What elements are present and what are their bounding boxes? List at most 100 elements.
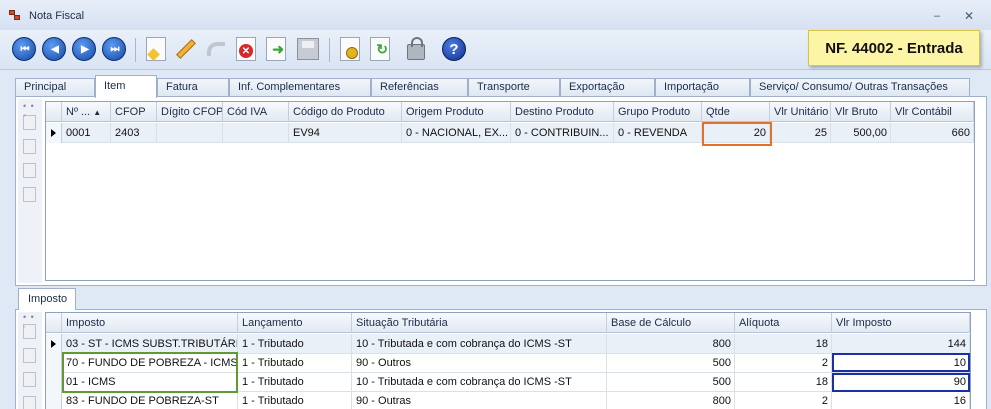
refresh-document-button[interactable]: ↻ xyxy=(366,35,394,63)
delete-row-icon[interactable] xyxy=(23,187,36,202)
add-tax-row-icon[interactable] xyxy=(23,324,36,339)
insert-tax-row-icon[interactable] xyxy=(23,348,36,363)
col-header-situacao-tributaria[interactable]: Situação Tributária xyxy=(352,313,607,333)
items-grid[interactable]: Nº ... ▲ CFOP Dígito CFOP Cód IVA Código… xyxy=(45,101,975,281)
first-icon: ⏮ xyxy=(12,37,36,61)
edit-tax-row-icon[interactable] xyxy=(23,372,36,387)
close-window-button[interactable]: ✕ xyxy=(962,9,976,23)
cell-base-calculo[interactable]: 500 xyxy=(607,372,735,392)
table-row[interactable]: 03 - ST - ICMS SUBST.TRIBUTÁRIA 1 - Trib… xyxy=(46,334,970,354)
last-record-button[interactable]: ⏭ xyxy=(100,35,128,63)
col-header-imposto[interactable]: Imposto xyxy=(62,313,238,333)
tab-servico-consumo[interactable]: Serviço/ Consumo/ Outras Transações xyxy=(750,78,970,97)
cell-imposto[interactable]: 83 - FUNDO DE POBREZA-ST xyxy=(62,391,238,409)
tab-principal[interactable]: Principal xyxy=(15,78,95,97)
col-header-cod-iva[interactable]: Cód IVA xyxy=(223,102,289,122)
cell-situacao-tributaria[interactable]: 10 - Tributada e com cobrança do ICMS -S… xyxy=(352,334,607,354)
col-header-grupo-produto[interactable]: Grupo Produto xyxy=(614,102,702,122)
previous-record-button[interactable]: ◀ xyxy=(40,35,68,63)
col-header-aliquota[interactable]: Alíquota xyxy=(735,313,832,333)
col-header-qtde[interactable]: Qtde xyxy=(702,102,770,122)
cell-grupo-produto[interactable]: 0 - REVENDA xyxy=(614,123,702,143)
cell-vlr-bruto[interactable]: 500,00 xyxy=(831,123,891,143)
insert-row-icon[interactable] xyxy=(23,139,36,154)
cell-numero[interactable]: 0001 xyxy=(62,123,111,143)
cell-vlr-contabil[interactable]: 660 xyxy=(891,123,974,143)
col-header-digito-cfop[interactable]: Dígito CFOP xyxy=(157,102,223,122)
tab-transporte[interactable]: Transporte xyxy=(468,78,560,97)
save-disk-icon xyxy=(297,38,319,60)
tax-value-highlight xyxy=(832,353,970,372)
cell-base-calculo[interactable]: 500 xyxy=(607,353,735,373)
cell-lancamento[interactable]: 1 - Tributado xyxy=(238,372,352,392)
col-header-cfop[interactable]: CFOP xyxy=(111,102,157,122)
new-document-icon xyxy=(146,37,166,61)
cell-lancamento[interactable]: 1 - Tributado xyxy=(238,334,352,354)
new-record-button[interactable] xyxy=(142,35,170,63)
cell-lancamento[interactable]: 1 - Tributado xyxy=(238,391,352,409)
tax-grid-header: Imposto Lançamento Situação Tributária B… xyxy=(46,313,970,333)
financial-button[interactable] xyxy=(336,35,364,63)
save-button[interactable] xyxy=(294,35,322,63)
edit-row-icon[interactable] xyxy=(23,163,36,178)
tab-imposto[interactable]: Imposto xyxy=(18,288,76,310)
cell-base-calculo[interactable]: 800 xyxy=(607,334,735,354)
help-button[interactable]: ? xyxy=(440,35,468,63)
tax-grid[interactable]: Imposto Lançamento Situação Tributária B… xyxy=(45,312,971,409)
tab-item[interactable]: Item xyxy=(95,75,157,98)
col-header-vlr-imposto[interactable]: Vlr Imposto xyxy=(832,313,970,333)
tab-importacao[interactable]: Importação xyxy=(655,78,750,97)
col-header-numero[interactable]: Nº ... ▲ xyxy=(62,102,111,122)
col-header-origem-produto[interactable]: Origem Produto xyxy=(402,102,511,122)
tab-exportacao[interactable]: Exportação xyxy=(560,78,655,97)
edit-record-button[interactable] xyxy=(172,35,200,63)
cell-aliquota[interactable]: 18 xyxy=(735,372,832,392)
cell-imposto[interactable]: 03 - ST - ICMS SUBST.TRIBUTÁRIA xyxy=(62,334,238,354)
first-record-button[interactable]: ⏮ xyxy=(10,35,38,63)
col-header-vlr-contabil[interactable]: Vlr Contábil xyxy=(891,102,974,122)
tab-fatura[interactable]: Fatura xyxy=(157,78,229,97)
col-header-lancamento[interactable]: Lançamento xyxy=(238,313,352,333)
table-row[interactable]: 83 - FUNDO DE POBREZA-ST 1 - Tributado 9… xyxy=(46,391,970,409)
delete-tax-row-icon[interactable] xyxy=(23,396,36,409)
cell-base-calculo[interactable]: 800 xyxy=(607,391,735,409)
table-row[interactable]: 0001 2403 EV94 0 - NACIONAL, EX... 0 - C… xyxy=(46,123,974,143)
items-grid-header: Nº ... ▲ CFOP Dígito CFOP Cód IVA Código… xyxy=(46,102,974,122)
cell-lancamento[interactable]: 1 - Tributado xyxy=(238,353,352,373)
delete-record-button[interactable]: ✕ xyxy=(232,35,260,63)
cell-situacao-tributaria[interactable]: 90 - Outros xyxy=(352,353,607,373)
col-header-vlr-unitario[interactable]: Vlr Unitário xyxy=(770,102,831,122)
cell-vlr-imposto[interactable]: 16 xyxy=(832,391,970,409)
cell-destino-produto[interactable]: 0 - CONTRIBUIN... xyxy=(511,123,614,143)
row-indicator xyxy=(46,372,62,392)
previous-icon: ◀ xyxy=(42,37,66,61)
add-row-icon[interactable] xyxy=(23,115,36,130)
export-button[interactable]: ➜ xyxy=(262,35,290,63)
cell-codigo-produto[interactable]: EV94 xyxy=(289,123,402,143)
next-record-button[interactable]: ▶ xyxy=(70,35,98,63)
row-indicator-header xyxy=(46,313,62,333)
next-icon: ▶ xyxy=(72,37,96,61)
cell-vlr-imposto[interactable]: 144 xyxy=(832,334,970,354)
cell-cod-iva[interactable] xyxy=(223,123,289,143)
cell-situacao-tributaria[interactable]: 10 - Tributada e com cobrança do ICMS -S… xyxy=(352,372,607,392)
col-header-vlr-bruto[interactable]: Vlr Bruto xyxy=(831,102,891,122)
last-icon: ⏭ xyxy=(102,37,126,61)
lock-button[interactable] xyxy=(402,35,430,63)
cell-origem-produto[interactable]: 0 - NACIONAL, EX... xyxy=(402,123,511,143)
cell-cfop[interactable]: 2403 xyxy=(111,123,157,143)
undo-button[interactable] xyxy=(202,35,230,63)
cell-digito-cfop[interactable] xyxy=(157,123,223,143)
cell-situacao-tributaria[interactable]: 90 - Outras xyxy=(352,391,607,409)
col-header-base-calculo[interactable]: Base de Cálculo xyxy=(607,313,735,333)
col-header-codigo-produto[interactable]: Código do Produto xyxy=(289,102,402,122)
col-header-destino-produto[interactable]: Destino Produto xyxy=(511,102,614,122)
minimize-button[interactable]: – xyxy=(930,9,944,23)
cell-vlr-unitario[interactable]: 25 xyxy=(770,123,831,143)
coins-document-icon xyxy=(340,37,360,61)
cell-aliquota[interactable]: 18 xyxy=(735,334,832,354)
cell-aliquota[interactable]: 2 xyxy=(735,353,832,373)
tab-inf-complementares[interactable]: Inf. Complementares xyxy=(229,78,371,97)
cell-aliquota[interactable]: 2 xyxy=(735,391,832,409)
tab-referencias[interactable]: Referências xyxy=(371,78,468,97)
